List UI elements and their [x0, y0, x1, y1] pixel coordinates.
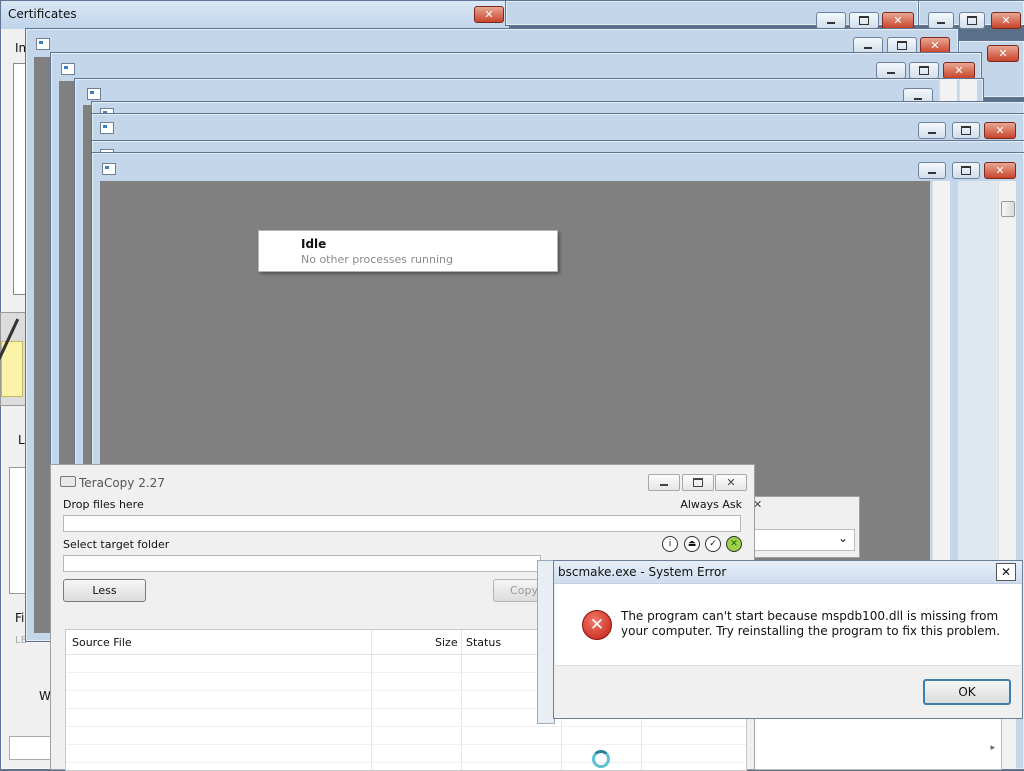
minimize-button[interactable]	[918, 162, 946, 179]
maximize-button[interactable]	[682, 474, 714, 491]
column-header-status[interactable]: Status	[466, 636, 501, 649]
certificates-label-fi: Fi	[15, 611, 25, 625]
minimize-button[interactable]	[648, 474, 680, 491]
certificates-title: Certificates	[8, 7, 77, 21]
hidden-dialog: ⌄	[752, 496, 860, 558]
window-icon	[102, 163, 116, 175]
close-button[interactable]	[882, 12, 914, 29]
column-header-size[interactable]: Size	[435, 636, 458, 649]
info-icon[interactable]: i	[662, 536, 678, 552]
teracopy-titlebar: TeraCopy 2.27	[51, 465, 754, 499]
ok-button[interactable]: OK	[923, 679, 1011, 705]
maximize-button[interactable]	[952, 122, 980, 139]
teracopy-title: TeraCopy 2.27	[79, 476, 165, 490]
minimize-button[interactable]	[918, 122, 946, 139]
maximize-button[interactable]	[849, 12, 879, 29]
close-button[interactable]	[987, 45, 1019, 62]
target-folder-label: Select target folder	[63, 538, 170, 551]
certificates-titlebar: Certificates	[1, 1, 509, 29]
check-icon[interactable]: ✓	[705, 536, 721, 552]
scroll-right-icon[interactable]: ▸	[990, 743, 995, 753]
close-button[interactable]: ✕	[996, 563, 1016, 581]
maximize-button[interactable]	[909, 62, 939, 79]
maximize-button[interactable]	[952, 162, 980, 179]
minimize-button[interactable]	[816, 12, 846, 29]
busy-cursor-icon	[592, 750, 610, 768]
idle-tooltip: Idle No other processes running	[258, 230, 558, 272]
column-header-source[interactable]: Source File	[72, 636, 132, 649]
table-row	[66, 745, 746, 763]
system-error-dialog: bscmake.exe - System Error ✕ ✕ The progr…	[553, 560, 1023, 719]
eject-icon[interactable]: ⏏	[684, 536, 700, 552]
error-icon: ✕	[582, 610, 612, 640]
tooltip-title: Idle	[301, 237, 327, 251]
window-icon	[36, 38, 50, 50]
less-button[interactable]: Less	[63, 579, 146, 602]
table-row	[66, 727, 746, 745]
close-button[interactable]	[984, 122, 1016, 139]
window-icon	[87, 88, 101, 100]
window-icon	[61, 63, 75, 75]
drop-files-label: Drop files here	[63, 498, 144, 511]
error-message: The program can't start because mspdb100…	[621, 609, 1001, 638]
close-button[interactable]	[753, 497, 781, 511]
always-ask-label[interactable]: Always Ask	[680, 498, 742, 511]
error-title: bscmake.exe - System Error	[558, 565, 727, 579]
close-button[interactable]	[474, 6, 504, 23]
maximize-button[interactable]	[959, 12, 985, 29]
cancel-icon[interactable]: ✕	[726, 536, 742, 552]
bg-window-a	[505, 0, 919, 29]
window-icon	[100, 122, 114, 134]
minimize-button[interactable]	[928, 12, 954, 29]
minimize-button[interactable]	[876, 62, 906, 79]
teracopy-icon	[60, 476, 76, 487]
scrollbar-thumb[interactable]	[1001, 201, 1015, 217]
close-button[interactable]	[715, 474, 747, 491]
chevron-down-icon: ⌄	[837, 531, 848, 545]
certificates-bottom-field[interactable]	[9, 736, 51, 760]
close-button[interactable]	[991, 12, 1021, 29]
tooltip-subtitle: No other processes running	[301, 253, 453, 266]
close-button[interactable]	[984, 162, 1016, 179]
error-titlebar: bscmake.exe - System Error ✕	[554, 561, 1022, 584]
bg-window-b	[918, 0, 1024, 29]
error-button-bar: OK	[554, 665, 1022, 718]
drop-files-field[interactable]	[63, 515, 741, 532]
close-button[interactable]	[943, 62, 975, 79]
bottom-right-list: ▸	[752, 718, 1002, 770]
dropdown-field[interactable]: ⌄	[753, 529, 855, 551]
target-folder-field[interactable]	[63, 555, 541, 572]
